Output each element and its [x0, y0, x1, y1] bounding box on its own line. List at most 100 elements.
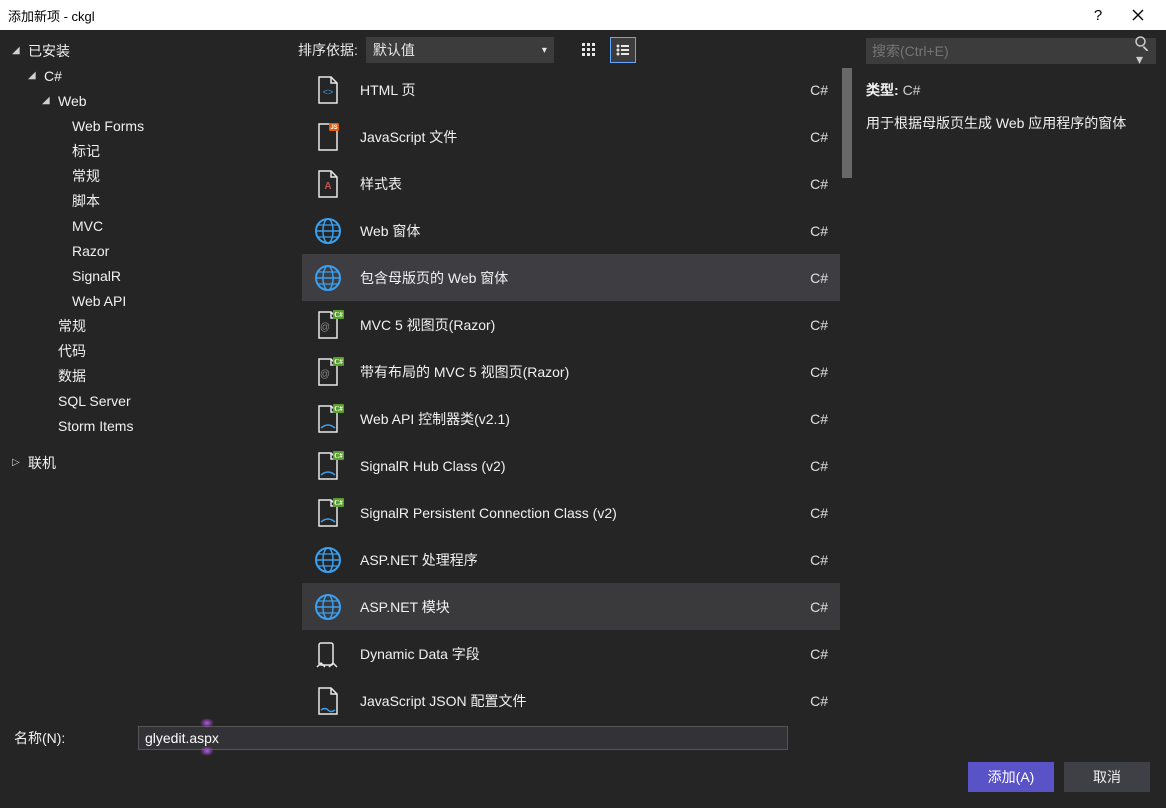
template-icon [308, 681, 348, 721]
template-name: JavaScript JSON 配置文件 [360, 691, 810, 711]
template-row[interactable]: JavaScript JSON 配置文件 C# [302, 677, 840, 722]
svg-text:C#: C# [334, 452, 343, 460]
tree-online[interactable]: ▷联机 [4, 450, 286, 475]
template-row[interactable]: @ C# 带有布局的 MVC 5 视图页(Razor) C# [302, 348, 840, 395]
template-row[interactable]: C# SignalR Hub Class (v2) C# [302, 442, 840, 489]
tree-data[interactable]: 数据 [4, 363, 286, 388]
template-icon [308, 211, 348, 251]
template-name: 包含母版页的 Web 窗体 [360, 268, 810, 288]
template-icon: JS [308, 117, 348, 157]
detail-description: 用于根据母版页生成 Web 应用程序的窗体 [866, 114, 1156, 134]
svg-text:C#: C# [334, 405, 343, 413]
tree-web[interactable]: ◢Web [4, 88, 286, 113]
template-lang: C# [810, 176, 828, 192]
template-name: SignalR Persistent Connection Class (v2) [360, 505, 810, 521]
template-row[interactable]: Dynamic Data 字段 C# [302, 630, 840, 677]
tree-web-forms[interactable]: Web Forms [4, 113, 286, 138]
template-icon: C# [308, 446, 348, 486]
template-lang: C# [810, 505, 828, 521]
template-name: Dynamic Data 字段 [360, 644, 810, 664]
template-name: ASP.NET 处理程序 [360, 550, 810, 570]
tree-code[interactable]: 代码 [4, 338, 286, 363]
tree-signalr[interactable]: SignalR [4, 263, 286, 288]
tree-script[interactable]: 脚本 [4, 188, 286, 213]
template-icon [308, 587, 348, 627]
template-icon: C# [308, 493, 348, 533]
scrollbar[interactable] [840, 66, 854, 722]
template-lang: C# [810, 458, 828, 474]
svg-text:C#: C# [334, 358, 343, 366]
template-lang: C# [810, 223, 828, 239]
template-row[interactable]: A 样式表 C# [302, 160, 840, 207]
template-icon [308, 540, 348, 580]
view-grid-button[interactable] [576, 37, 602, 63]
template-icon [308, 258, 348, 298]
close-icon[interactable] [1118, 0, 1158, 30]
template-lang: C# [810, 411, 828, 427]
template-row[interactable]: <> HTML 页 C# [302, 66, 840, 113]
template-row[interactable]: ASP.NET 模块 C# [302, 583, 840, 630]
titlebar: 添加新项 - ckgl ? [0, 0, 1166, 30]
template-lang: C# [810, 364, 828, 380]
template-lang: C# [810, 270, 828, 286]
template-icon: @ C# [308, 305, 348, 345]
search-input[interactable] [872, 43, 1134, 59]
tree-general2[interactable]: 常规 [4, 313, 286, 338]
template-lang: C# [810, 646, 828, 662]
template-name: 样式表 [360, 174, 810, 194]
template-name: Web 窗体 [360, 221, 810, 241]
tree-markup[interactable]: 标记 [4, 138, 286, 163]
template-lang: C# [810, 82, 828, 98]
detail-type: 类型: C# [866, 80, 1156, 100]
svg-text:C#: C# [334, 499, 343, 507]
svg-text:A: A [324, 181, 331, 192]
template-row[interactable]: JS JavaScript 文件 C# [302, 113, 840, 160]
svg-text:<>: <> [323, 87, 334, 97]
name-input[interactable] [138, 726, 788, 750]
search-box[interactable]: ▾ [866, 38, 1156, 64]
tree-storm[interactable]: Storm Items [4, 413, 286, 438]
template-row[interactable]: C# SignalR Persistent Connection Class (… [302, 489, 840, 536]
template-row[interactable]: ASP.NET 处理程序 C# [302, 536, 840, 583]
sort-combo[interactable]: 默认值▾ [366, 37, 554, 63]
template-name: ASP.NET 模块 [360, 597, 810, 617]
add-button[interactable]: 添加(A) [968, 762, 1054, 792]
template-lang: C# [810, 317, 828, 333]
template-icon: A [308, 164, 348, 204]
template-icon: <> [308, 70, 348, 110]
tree-csharp[interactable]: ◢C# [4, 63, 286, 88]
cancel-button[interactable]: 取消 [1064, 762, 1150, 792]
tree-webapi[interactable]: Web API [4, 288, 286, 313]
template-name: SignalR Hub Class (v2) [360, 458, 810, 474]
toolbar: 排序依据: 默认值▾ [290, 30, 856, 66]
template-lang: C# [810, 552, 828, 568]
template-lang: C# [810, 129, 828, 145]
tree-general[interactable]: 常规 [4, 163, 286, 188]
sort-label: 排序依据: [298, 40, 358, 60]
window-title: 添加新项 - ckgl [8, 6, 1078, 25]
tree-mvc[interactable]: MVC [4, 213, 286, 238]
svg-text:@: @ [320, 322, 330, 333]
template-row[interactable]: 包含母版页的 Web 窗体 C# [302, 254, 840, 301]
template-row[interactable]: @ C# MVC 5 视图页(Razor) C# [302, 301, 840, 348]
template-icon [308, 634, 348, 674]
template-name: Web API 控制器类(v2.1) [360, 409, 810, 429]
template-name: MVC 5 视图页(Razor) [360, 315, 810, 335]
tree-sqlserver[interactable]: SQL Server [4, 388, 286, 413]
name-label: 名称(N): [8, 728, 138, 748]
template-lang: C# [810, 693, 828, 709]
category-tree: ◢已安装 ◢C# ◢Web Web Forms 标记 常规 脚本 MVC Raz… [0, 30, 290, 722]
search-icon[interactable]: ▾ [1134, 35, 1150, 68]
template-name: 带有布局的 MVC 5 视图页(Razor) [360, 362, 810, 382]
tree-razor[interactable]: Razor [4, 238, 286, 263]
view-list-button[interactable] [610, 37, 636, 63]
template-icon: @ C# [308, 352, 348, 392]
svg-text:C#: C# [334, 311, 343, 319]
template-row[interactable]: C# Web API 控制器类(v2.1) C# [302, 395, 840, 442]
template-row[interactable]: Web 窗体 C# [302, 207, 840, 254]
help-icon[interactable]: ? [1078, 0, 1118, 30]
template-name: HTML 页 [360, 80, 810, 100]
template-icon: C# [308, 399, 348, 439]
svg-text:@: @ [320, 369, 330, 380]
tree-installed[interactable]: ◢已安装 [4, 38, 286, 63]
